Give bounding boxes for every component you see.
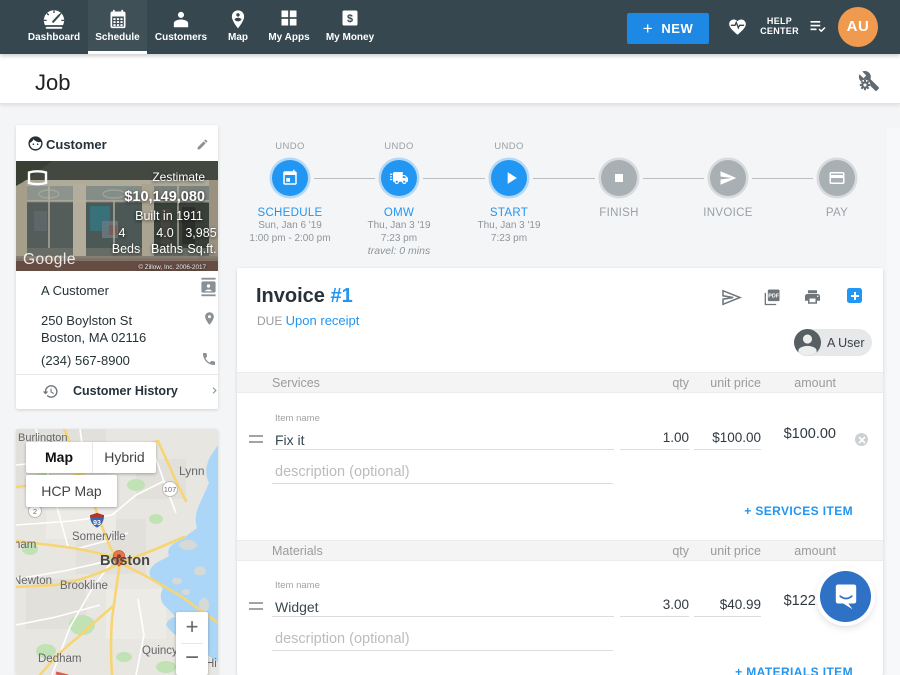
svg-text:$10,149,080: $10,149,080 (124, 189, 205, 205)
svg-text:Newton: Newton (16, 575, 52, 587)
svg-text:ham: ham (16, 539, 36, 551)
svg-text:Zestimate: Zestimate (152, 170, 205, 184)
svg-text:93: 93 (93, 520, 101, 527)
svg-text:107: 107 (164, 485, 177, 494)
svg-text:Beds: Beds (112, 242, 141, 256)
svg-text:3,985: 3,985 (185, 226, 216, 240)
svg-text:Brookline: Brookline (60, 580, 108, 592)
svg-text:Boston: Boston (100, 553, 150, 569)
svg-text:PDF: PDF (768, 294, 780, 300)
svg-text:Quincy: Quincy (142, 645, 178, 657)
svg-text:Google: Google (23, 251, 76, 268)
svg-text:Baths: Baths (151, 242, 183, 256)
svg-text:Lynn: Lynn (179, 464, 205, 478)
svg-text:4: 4 (119, 226, 126, 240)
svg-text:$: $ (347, 13, 353, 25)
svg-text:Built in 1911: Built in 1911 (135, 209, 203, 223)
svg-text:2: 2 (33, 507, 37, 516)
svg-text:Dedham: Dedham (38, 653, 81, 665)
svg-text:4.0: 4.0 (156, 226, 173, 240)
svg-text:Sq.ft.: Sq.ft. (187, 242, 216, 256)
svg-text:© Zillow, Inc. 2006-2017: © Zillow, Inc. 2006-2017 (138, 263, 206, 271)
svg-text:Somerville: Somerville (72, 531, 126, 543)
